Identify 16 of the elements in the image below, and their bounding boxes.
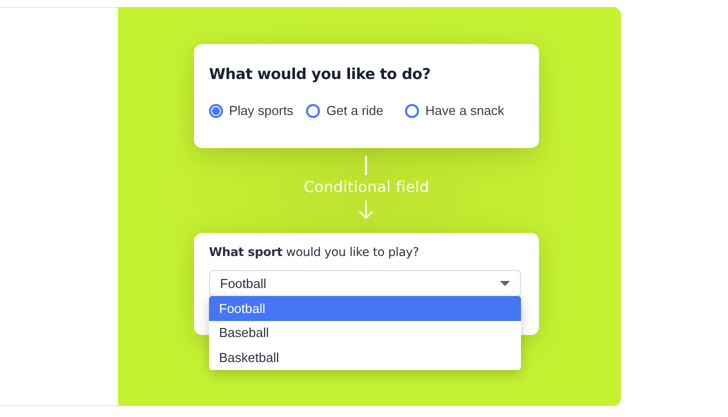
radio-icon[interactable] xyxy=(405,104,420,118)
caret-icon xyxy=(500,280,510,286)
sport-select[interactable]: Football xyxy=(209,270,521,297)
radio-icon[interactable] xyxy=(209,104,223,118)
dropdown-option[interactable]: Basketball xyxy=(209,345,521,370)
question-label: What sport would you like to play? xyxy=(209,245,420,259)
connector-line xyxy=(365,156,368,175)
radio-option[interactable]: Get a ride xyxy=(306,103,384,118)
radio-option[interactable]: Play sports xyxy=(209,103,294,118)
annotation-label: Conditional field xyxy=(304,178,430,196)
dropdown-option[interactable]: Football xyxy=(209,296,521,320)
down-arrow-icon xyxy=(359,200,374,220)
radio-icon[interactable] xyxy=(306,104,320,118)
dropdown-option[interactable]: Baseball xyxy=(209,320,521,345)
radio-option[interactable]: Have a snack xyxy=(405,103,504,118)
question-title: What would you like to do? xyxy=(209,65,432,83)
